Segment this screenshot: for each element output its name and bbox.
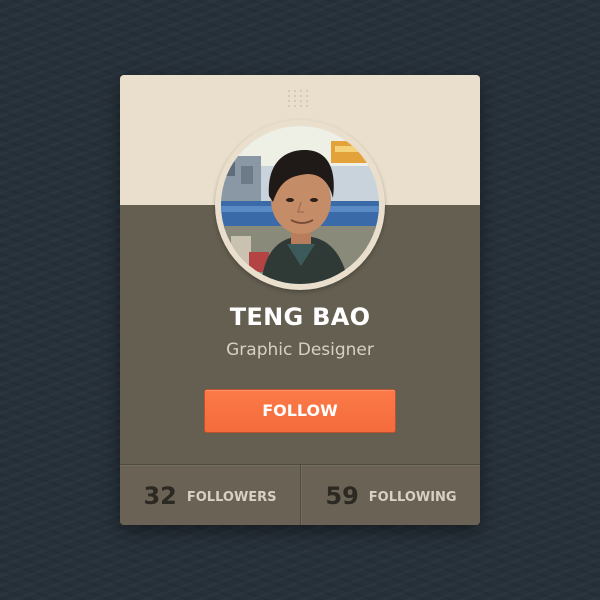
profile-name: TENG BAO — [229, 303, 371, 331]
stats-bar: 32 FOLLOWERS 59 FOLLOWING — [120, 464, 480, 525]
profile-photo — [221, 126, 379, 284]
followers-count: 32 — [143, 481, 177, 510]
follow-button[interactable]: FOLLOW — [204, 389, 396, 433]
following-label: FOLLOWING — [368, 489, 457, 505]
profile-card: TENG BAO Graphic Designer FOLLOW 32 FOLL… — [120, 75, 480, 525]
avatar-frame — [215, 120, 385, 290]
followers-label: FOLLOWERS — [186, 489, 277, 505]
avatar[interactable] — [221, 126, 379, 284]
profile-title: Graphic Designer — [226, 340, 374, 360]
followers-stat[interactable]: 32 FOLLOWERS — [120, 465, 300, 525]
following-count: 59 — [325, 481, 359, 510]
grip-icon[interactable] — [286, 88, 314, 108]
following-stat[interactable]: 59 FOLLOWING — [301, 465, 480, 525]
